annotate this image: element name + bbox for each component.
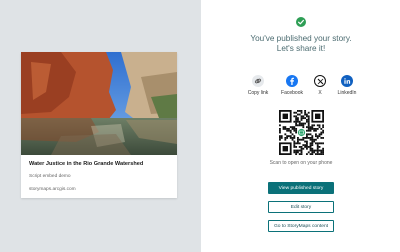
link-icon <box>252 75 264 87</box>
story-title: Water Justice in the Rio Grande Watershe… <box>29 161 144 167</box>
view-published-story-button[interactable]: View published story <box>268 182 334 194</box>
copy-link-label: Copy link <box>247 90 269 96</box>
linkedin-share-button[interactable]: LinkedIn <box>330 75 364 96</box>
go-to-content-button[interactable]: Go to StoryMaps content <box>268 220 334 232</box>
story-card[interactable]: Water Justice in the Rio Grande Watershe… <box>21 52 177 198</box>
edit-story-button[interactable]: Edit story <box>268 201 334 213</box>
linkedin-label: LinkedIn <box>337 90 357 96</box>
publish-dialog: Water Justice in the Rio Grande Watershe… <box>0 0 400 252</box>
x-icon <box>314 75 326 87</box>
story-cover-image <box>21 52 177 155</box>
preview-pane: Water Justice in the Rio Grande Watershe… <box>0 0 201 252</box>
share-heading: Let's share it! <box>276 44 326 53</box>
facebook-icon <box>286 75 298 87</box>
story-subtitle: Script embed demo <box>29 174 71 179</box>
linkedin-icon <box>341 75 353 87</box>
copy-link-button[interactable]: Copy link <box>241 75 275 96</box>
story-domain: storymaps.arcgis.com <box>29 187 76 192</box>
qr-code <box>278 109 325 156</box>
check-circle-icon <box>296 17 306 27</box>
published-heading: You've published your story. <box>250 34 352 43</box>
qr-caption: Scan to open on your phone <box>269 160 333 166</box>
